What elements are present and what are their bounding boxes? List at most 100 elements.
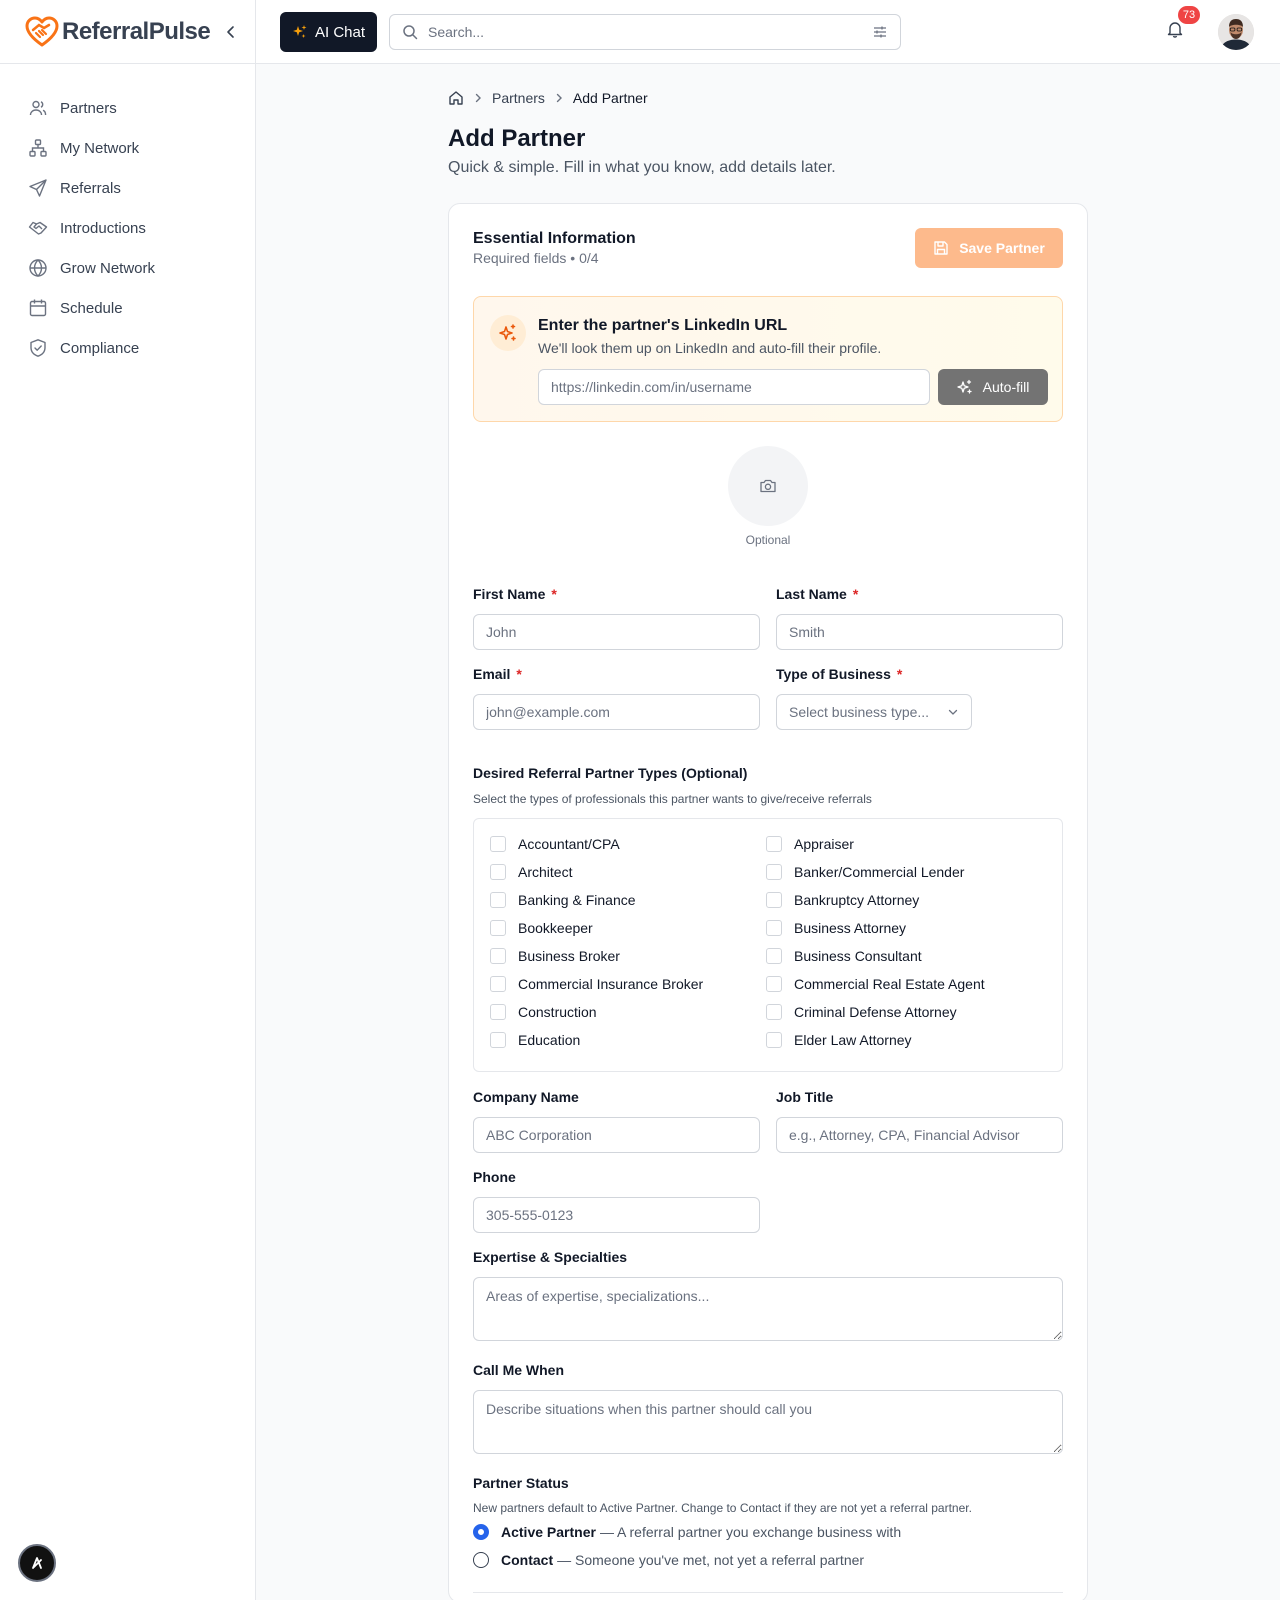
referral-type-option[interactable]: Criminal Defense Attorney [766, 1003, 1042, 1021]
required-mark: * [852, 586, 859, 602]
checkbox[interactable] [766, 1004, 782, 1020]
referral-type-option[interactable]: Banking & Finance [490, 891, 766, 909]
home-icon[interactable] [448, 90, 464, 106]
sidebar-item-grow-network[interactable]: Grow Network [0, 248, 255, 288]
expertise-textarea[interactable] [473, 1277, 1063, 1341]
breadcrumb-partners[interactable]: Partners [492, 90, 545, 106]
autofill-label: Auto-fill [982, 379, 1030, 395]
referral-type-option[interactable]: Business Attorney [766, 919, 1042, 937]
sidebar-nav: Partners My Network Referrals Introducti… [0, 64, 255, 368]
photo-upload-button[interactable] [728, 446, 808, 526]
job-title-input[interactable] [776, 1117, 1063, 1153]
notifications-button[interactable]: 73 [1166, 6, 1200, 42]
referral-type-label: Commercial Insurance Broker [518, 976, 704, 992]
job-title-field: Job Title [776, 1089, 1063, 1153]
checkbox[interactable] [766, 976, 782, 992]
autofill-button[interactable]: Auto-fill [938, 369, 1048, 405]
filter-sliders-icon[interactable] [872, 24, 888, 40]
breadcrumb: Partners Add Partner [448, 88, 1088, 108]
section-divider [473, 1592, 1063, 1593]
calendar-icon [29, 299, 47, 317]
ai-chat-button[interactable]: AI Chat [280, 12, 377, 52]
save-partner-button[interactable]: Save Partner [915, 228, 1063, 268]
sidebar-item-partners[interactable]: Partners [0, 88, 255, 128]
linkedin-url-input[interactable] [538, 369, 930, 405]
referral-types-list[interactable]: Accountant/CPA Appraiser Architect Banker/C… [473, 818, 1063, 1072]
heart-handshake-logo[interactable] [24, 14, 60, 50]
sidebar-item-referrals[interactable]: Referrals [0, 168, 255, 208]
business-type-select[interactable]: Select business type... [776, 694, 972, 730]
referral-type-option[interactable]: Appraiser [766, 835, 1042, 853]
checkbox[interactable] [766, 892, 782, 908]
status-option-active[interactable]: Active Partner — A referral partner you … [473, 1522, 1063, 1542]
referral-type-label: Appraiser [794, 836, 854, 852]
call-me-when-field: Call Me When [473, 1362, 1063, 1459]
referral-type-option[interactable]: Accountant/CPA [490, 835, 766, 853]
call-me-when-textarea[interactable] [473, 1390, 1063, 1454]
sparkles-icon [957, 379, 972, 394]
referral-type-option[interactable]: Architect [490, 863, 766, 881]
checkbox[interactable] [766, 920, 782, 936]
checkbox[interactable] [490, 1004, 506, 1020]
first-name-field: First Name * [473, 586, 760, 650]
search-input[interactable] [428, 24, 872, 40]
checkbox[interactable] [490, 836, 506, 852]
referral-type-label: Architect [518, 864, 573, 880]
checkbox[interactable] [766, 948, 782, 964]
checkbox[interactable] [490, 892, 506, 908]
referral-type-option[interactable]: Bookkeeper [490, 919, 766, 937]
company-input[interactable] [473, 1117, 760, 1153]
shield-check-icon [30, 339, 46, 357]
referral-type-option[interactable]: Commercial Insurance Broker [490, 975, 766, 993]
radio-contact[interactable] [473, 1552, 489, 1568]
help-launcher-button[interactable] [18, 1544, 56, 1582]
required-mark: * [551, 586, 557, 602]
referral-type-label: Banking & Finance [518, 892, 636, 908]
checkbox[interactable] [490, 864, 506, 880]
radio-active[interactable] [473, 1524, 489, 1540]
collapse-sidebar-button[interactable] [221, 22, 241, 42]
referral-type-option[interactable]: Bankruptcy Attorney [766, 891, 1042, 909]
company-label: Company Name [473, 1089, 579, 1105]
checkbox[interactable] [490, 948, 506, 964]
referral-type-option[interactable]: Business Consultant [766, 947, 1042, 965]
checkbox[interactable] [766, 864, 782, 880]
save-partner-label: Save Partner [959, 240, 1045, 256]
checkbox[interactable] [766, 836, 782, 852]
main-content: Partners Add Partner Add Partner Quick &… [448, 64, 1088, 1600]
referral-types-grid: Accountant/CPA Appraiser Architect Banker/C… [490, 835, 1046, 1049]
referral-type-option[interactable]: Business Broker [490, 947, 766, 965]
expertise-field: Expertise & Specialties [473, 1249, 1063, 1346]
referral-type-option[interactable]: Construction [490, 1003, 766, 1021]
sidebar-item-introductions[interactable]: Introductions [0, 208, 255, 248]
status-option-contact[interactable]: Contact — Someone you've met, not yet a … [473, 1550, 1063, 1570]
sidebar-item-label: My Network [60, 139, 140, 157]
checkbox[interactable] [766, 1032, 782, 1048]
avatar[interactable] [1218, 14, 1254, 50]
required-mark: * [516, 666, 522, 682]
sidebar-item-schedule[interactable]: Schedule [0, 288, 255, 328]
checkbox[interactable] [490, 1032, 506, 1048]
sparkles-icon [499, 324, 516, 341]
referral-type-option[interactable]: Commercial Real Estate Agent [766, 975, 1042, 993]
sidebar-item-compliance[interactable]: Compliance [0, 328, 255, 368]
linkedin-title: Enter the partner's LinkedIn URL [538, 317, 788, 334]
last-name-input[interactable] [776, 614, 1063, 650]
email-input[interactable] [473, 694, 760, 730]
first-name-input[interactable] [473, 614, 760, 650]
sidebar-item-label: Introductions [60, 219, 146, 237]
partner-status-label: Partner Status [473, 1475, 569, 1491]
referral-type-option[interactable]: Elder Law Attorney [766, 1031, 1042, 1049]
phone-input[interactable] [473, 1197, 760, 1233]
checkbox[interactable] [490, 920, 506, 936]
checkbox[interactable] [490, 976, 506, 992]
brand-name: ReferralPulse [62, 17, 211, 45]
photo-upload: Optional [473, 446, 1063, 547]
sidebar-item-my-network[interactable]: My Network [0, 128, 255, 168]
chevron-down-icon [948, 709, 958, 715]
company-field: Company Name [473, 1089, 760, 1153]
card-header: Essential Information Required fields • … [473, 228, 1063, 276]
referral-type-option[interactable]: Education [490, 1031, 766, 1049]
linkedin-autofill-badge [490, 315, 526, 351]
referral-type-option[interactable]: Banker/Commercial Lender [766, 863, 1042, 881]
